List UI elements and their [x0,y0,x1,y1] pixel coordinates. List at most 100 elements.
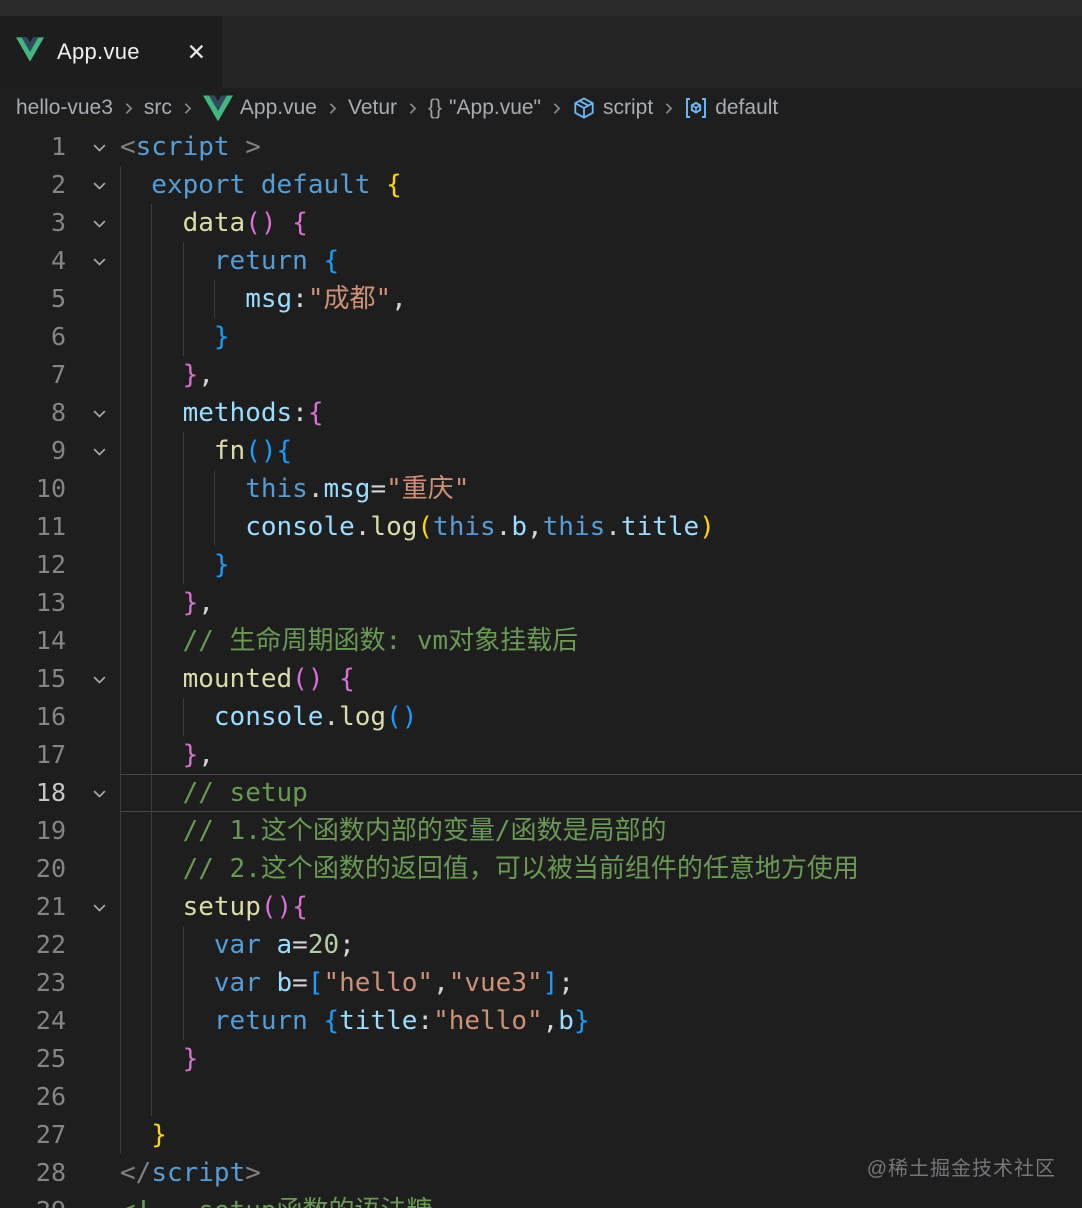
code-line[interactable]: 11 console.log(this.b,this.title) [0,508,1082,546]
code-text[interactable]: } [120,1040,1082,1078]
code-line[interactable]: 8 methods:{ [0,394,1082,432]
code-text[interactable]: this.msg="重庆" [120,470,1082,508]
code-text[interactable]: msg:"成都", [120,280,1082,318]
code-text[interactable]: export default { [120,166,1082,204]
tab-app-vue[interactable]: App.vue ✕ [0,16,222,88]
line-number[interactable]: 12 [0,546,78,584]
code-text[interactable]: // 生命周期函数: vm对象挂载后 [120,622,1082,660]
code-text[interactable]: <script > [120,128,1082,166]
code-line[interactable]: 29 <!-- setup函数的语法糖 [0,1192,1082,1208]
code-text[interactable] [120,1078,1082,1116]
code-text[interactable]: // 1.这个函数内部的变量/函数是局部的 [120,812,1082,850]
code-text[interactable]: }, [120,356,1082,394]
breadcrumb-item-script[interactable]: script [572,96,653,120]
breadcrumb-item-extension[interactable]: Vetur [348,96,397,120]
breadcrumb-item-root[interactable]: hello-vue3 [16,96,113,120]
code-line[interactable]: 13}, [0,584,1082,622]
code-line[interactable]: 6} [0,318,1082,356]
fold-chevron-icon[interactable] [78,394,120,432]
code-text[interactable]: // setup [120,774,1082,812]
code-line[interactable]: 5 msg:"成都", [0,280,1082,318]
code-text[interactable]: return {title:"hello",b} [120,1002,1082,1040]
code-line[interactable]: 19 // 1.这个函数内部的变量/函数是局部的 [0,812,1082,850]
code-line[interactable]: 18 // setup [0,774,1082,812]
line-number[interactable]: 15 [0,660,78,698]
code-text[interactable]: } [120,546,1082,584]
line-number[interactable]: 5 [0,280,78,318]
line-number[interactable]: 10 [0,470,78,508]
code-text[interactable]: } [120,318,1082,356]
line-number[interactable]: 22 [0,926,78,964]
code-line[interactable]: 24 return {title:"hello",b} [0,1002,1082,1040]
line-number[interactable]: 3 [0,204,78,242]
fold-chevron-icon[interactable] [78,128,120,166]
code-line[interactable]: 23 var b=["hello","vue3"]; [0,964,1082,1002]
line-number[interactable]: 23 [0,964,78,1002]
code-text[interactable]: } [120,1116,1082,1154]
line-number[interactable]: 16 [0,698,78,736]
code-text[interactable]: }, [120,584,1082,622]
code-line[interactable]: 26 [0,1078,1082,1116]
fold-chevron-icon[interactable] [78,888,120,926]
close-icon[interactable]: ✕ [187,40,206,64]
code-line[interactable]: 3 data() { [0,204,1082,242]
code-line[interactable]: 15 mounted() { [0,660,1082,698]
code-line[interactable]: 10 this.msg="重庆" [0,470,1082,508]
line-number[interactable]: 18 [0,774,78,812]
code-line[interactable]: 27} [0,1116,1082,1154]
breadcrumb-item-default[interactable]: default [684,96,778,120]
code-line[interactable]: 20 // 2.这个函数的返回值，可以被当前组件的任意地方使用 [0,850,1082,888]
code-line[interactable]: 17}, [0,736,1082,774]
fold-chevron-icon[interactable] [78,660,120,698]
fold-chevron-icon[interactable] [78,242,120,280]
line-number[interactable]: 13 [0,584,78,622]
fold-chevron-icon[interactable] [78,774,120,812]
code-line[interactable]: 9 fn(){ [0,432,1082,470]
code-line[interactable]: 22 var a=20; [0,926,1082,964]
line-number[interactable]: 28 [0,1154,78,1192]
fold-chevron-icon[interactable] [78,204,120,242]
line-number[interactable]: 1 [0,128,78,166]
fold-chevron-icon[interactable] [78,1192,120,1208]
line-number[interactable]: 24 [0,1002,78,1040]
code-editor[interactable]: 1 <script > 2 export default { 3 data() { 4 ret… [0,128,1082,1208]
line-number[interactable]: 7 [0,356,78,394]
code-text[interactable]: <!-- setup函数的语法糖 [120,1192,1082,1208]
line-number[interactable]: 4 [0,242,78,280]
code-text[interactable]: console.log() [120,698,1082,736]
line-number[interactable]: 26 [0,1078,78,1116]
line-number[interactable]: 14 [0,622,78,660]
code-text[interactable]: // 2.这个函数的返回值，可以被当前组件的任意地方使用 [120,850,1082,888]
code-line[interactable]: 25} [0,1040,1082,1078]
line-number[interactable]: 6 [0,318,78,356]
code-line[interactable]: 12} [0,546,1082,584]
line-number[interactable]: 11 [0,508,78,546]
breadcrumb-item-file[interactable]: App.vue [202,95,317,122]
code-line[interactable]: 7}, [0,356,1082,394]
code-text[interactable]: }, [120,736,1082,774]
code-text[interactable]: setup(){ [120,888,1082,926]
code-line[interactable]: 21 setup(){ [0,888,1082,926]
code-text[interactable]: var b=["hello","vue3"]; [120,964,1082,1002]
fold-chevron-icon[interactable] [78,432,120,470]
code-text[interactable]: data() { [120,204,1082,242]
line-number[interactable]: 17 [0,736,78,774]
code-line[interactable]: 14 // 生命周期函数: vm对象挂载后 [0,622,1082,660]
line-number[interactable]: 8 [0,394,78,432]
line-number[interactable]: 9 [0,432,78,470]
line-number[interactable]: 27 [0,1116,78,1154]
code-text[interactable]: fn(){ [120,432,1082,470]
breadcrumb-item-src[interactable]: src [144,96,172,120]
line-number[interactable]: 25 [0,1040,78,1078]
fold-chevron-icon[interactable] [78,166,120,204]
line-number[interactable]: 2 [0,166,78,204]
code-text[interactable]: return { [120,242,1082,280]
code-line[interactable]: 1 <script > [0,128,1082,166]
code-text[interactable]: mounted() { [120,660,1082,698]
code-line[interactable]: 16 console.log() [0,698,1082,736]
line-number[interactable]: 21 [0,888,78,926]
line-number[interactable]: 20 [0,850,78,888]
code-line[interactable]: 4 return { [0,242,1082,280]
line-number[interactable]: 29 [0,1192,78,1208]
code-line[interactable]: 2 export default { [0,166,1082,204]
